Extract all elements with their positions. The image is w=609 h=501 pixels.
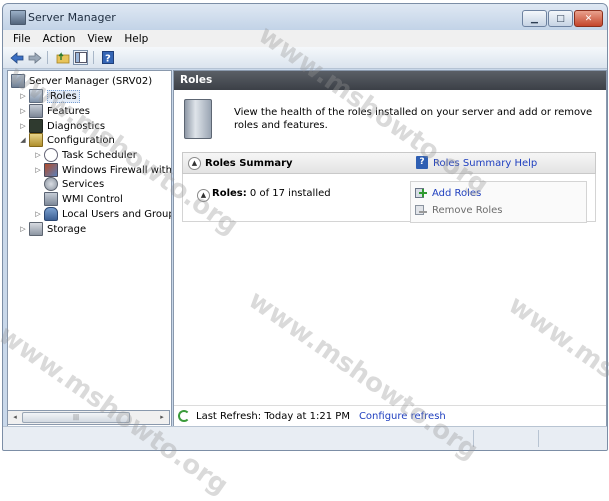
expand-icon[interactable]: ▷ xyxy=(34,151,42,159)
firewall-icon xyxy=(44,163,58,177)
minimize-button[interactable]: ▁ xyxy=(522,10,547,27)
roles-actions-box: Add Roles Remove Roles xyxy=(410,181,587,223)
tree-item-storage[interactable]: ▷ Storage xyxy=(19,222,86,236)
tree-item-task-scheduler[interactable]: ▷ Task Scheduler xyxy=(34,148,137,162)
storage-icon xyxy=(29,222,43,236)
tree-item-windows-firewall[interactable]: ▷ Windows Firewall with A xyxy=(34,163,171,177)
tree-item-local-users-groups[interactable]: ▷ Local Users and Groups xyxy=(34,207,171,221)
refresh-status-line: Last Refresh: Today at 1:21 PM Configure… xyxy=(174,405,606,426)
svg-text:?: ? xyxy=(105,54,111,65)
expand-icon[interactable]: ▷ xyxy=(34,210,42,218)
collapse-icon[interactable]: ◢ xyxy=(19,136,27,144)
toolbar-separator xyxy=(47,51,48,64)
expand-icon[interactable]: ▷ xyxy=(34,166,42,174)
last-refresh-text: Last Refresh: Today at 1:21 PM xyxy=(196,410,350,422)
server-manager-icon xyxy=(10,10,26,25)
remove-roles-icon xyxy=(415,204,427,216)
status-divider xyxy=(473,430,474,447)
expand-icon[interactable]: ▷ xyxy=(19,225,27,233)
roles-pane: Roles View the health of the roles insta… xyxy=(173,70,607,427)
back-arrow-icon[interactable] xyxy=(9,50,24,65)
roles-summary-title: Roles Summary xyxy=(205,158,293,169)
expand-icon[interactable]: ▷ xyxy=(19,122,27,130)
tree-item-features[interactable]: ▷ Features xyxy=(19,104,90,118)
maximize-button[interactable]: □ xyxy=(548,10,573,27)
roles-summary-header[interactable]: ▲ Roles Summary ? Roles Summary Help xyxy=(182,152,596,174)
collapse-section-icon[interactable]: ▲ xyxy=(188,157,201,170)
help-book-icon: ? xyxy=(416,156,428,169)
refresh-icon xyxy=(178,410,190,422)
scrollbar-thumb[interactable]: ||| xyxy=(22,412,130,423)
toolbar: ? xyxy=(3,47,607,69)
tree-root-server-manager[interactable]: Server Manager (SRV02) xyxy=(11,74,152,88)
users-icon xyxy=(44,207,58,221)
configuration-icon xyxy=(29,133,43,147)
expand-icon[interactable]: ▷ xyxy=(19,107,27,115)
scroll-left-arrow-icon[interactable]: ◂ xyxy=(9,412,21,423)
collapse-roles-icon[interactable]: ▲ xyxy=(197,189,210,202)
tree-item-diagnostics[interactable]: ▷ Diagnostics xyxy=(19,119,105,133)
menu-view[interactable]: View xyxy=(81,33,118,45)
menu-action[interactable]: Action xyxy=(37,33,82,45)
server-icon xyxy=(11,74,25,88)
tree-horizontal-scrollbar[interactable]: ◂ ||| ▸ xyxy=(7,410,170,425)
up-folder-icon[interactable] xyxy=(55,50,70,65)
tree-item-roles[interactable]: ▷ Roles xyxy=(19,89,80,103)
title-bar[interactable]: Server Manager ▁ □ ✕ xyxy=(3,4,607,30)
gear-icon xyxy=(44,177,58,191)
menu-help[interactable]: Help xyxy=(118,33,154,45)
tree-item-services[interactable]: Services xyxy=(44,177,104,191)
diagnostics-icon xyxy=(29,119,43,133)
pane-header: Roles xyxy=(174,71,606,90)
roles-intro-text: View the health of the roles installed o… xyxy=(234,107,593,131)
close-button[interactable]: ✕ xyxy=(574,10,603,27)
expand-icon[interactable]: ▷ xyxy=(19,92,27,100)
roles-value: 0 of 17 installed xyxy=(249,188,331,199)
window-title: Server Manager xyxy=(28,11,116,24)
roles-summary-help-link[interactable]: Roles Summary Help xyxy=(433,158,537,169)
menu-file[interactable]: File xyxy=(7,33,37,45)
roles-icon xyxy=(29,89,43,103)
add-roles-action[interactable]: Add Roles xyxy=(415,186,481,200)
show-hide-tree-icon[interactable] xyxy=(73,50,88,65)
clock-icon xyxy=(44,148,58,162)
remove-roles-action[interactable]: Remove Roles xyxy=(415,203,503,217)
tree-item-configuration[interactable]: ◢ Configuration xyxy=(19,133,115,147)
menu-bar: File Action View Help xyxy=(3,30,607,47)
wmi-icon xyxy=(44,192,58,206)
configure-refresh-link[interactable]: Configure refresh xyxy=(359,411,446,422)
roles-count: Roles: 0 of 17 installed xyxy=(212,188,331,199)
server-manager-window: Server Manager ▁ □ ✕ File Action View He… xyxy=(2,3,608,451)
roles-label: Roles: xyxy=(212,188,247,199)
tree-item-wmi-control[interactable]: WMI Control xyxy=(44,192,123,206)
help-icon[interactable]: ? xyxy=(100,50,115,65)
forward-arrow-icon[interactable] xyxy=(27,50,42,65)
scroll-right-arrow-icon[interactable]: ▸ xyxy=(156,412,168,423)
server-roles-icon xyxy=(184,99,212,139)
status-bar xyxy=(3,426,607,450)
toolbar-separator xyxy=(93,51,94,64)
status-divider xyxy=(538,430,539,447)
console-tree[interactable]: Server Manager (SRV02) ▷ Roles ▷ Feature… xyxy=(7,70,172,427)
features-icon xyxy=(29,104,43,118)
add-roles-icon xyxy=(415,187,427,199)
